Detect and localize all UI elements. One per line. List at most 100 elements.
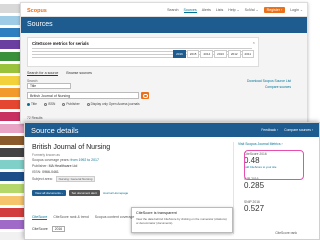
radio-label: Title bbox=[31, 102, 37, 106]
text-placeholder-line bbox=[32, 48, 252, 49]
radio-icon bbox=[27, 102, 30, 106]
tab-scopus-content-coverage[interactable]: Scopus content coverage bbox=[95, 215, 135, 220]
citescore-rank-label: CiteScore rank bbox=[275, 231, 297, 235]
issn-value: 0966-0461 bbox=[42, 170, 59, 174]
journal-title: British Journal of Nursing bbox=[32, 144, 111, 151]
nav-help[interactable]: Help ⌄ bbox=[228, 8, 239, 12]
source-details-title: Source details bbox=[31, 126, 79, 135]
subject-line: Subject area: Nursing: General Nursing bbox=[32, 176, 96, 182]
action-buttons: View all documents › Set document alert … bbox=[32, 190, 128, 196]
download-source-list-link[interactable]: Download Scopus Source List bbox=[247, 79, 291, 83]
former-name-label: Formerly known as bbox=[32, 153, 60, 157]
citescore-metrics-info-box: CiteScore metrics for serials × 2016 201… bbox=[27, 37, 259, 67]
logo-text: Scopus bbox=[27, 8, 47, 14]
metrics-side-panel: Visit Scopus Journal Metrics › CiteScore… bbox=[233, 142, 317, 234]
tab-citescore[interactable]: CiteScore bbox=[32, 215, 48, 220]
pencil-teal-icon bbox=[0, 160, 26, 169]
source-search-input[interactable]: British Journal of Nursing bbox=[27, 92, 139, 99]
tab-browse-sources[interactable]: Browse sources bbox=[66, 71, 92, 76]
radio-label: ISSN bbox=[47, 102, 56, 106]
login-menu[interactable]: Login ⌄ bbox=[290, 8, 303, 12]
pencil-yellowgreen-icon bbox=[0, 184, 26, 193]
pencil-navy-icon bbox=[0, 172, 26, 181]
tab-search-for-a-source[interactable]: Search for a source bbox=[27, 71, 59, 76]
radio-label: Publisher bbox=[66, 102, 80, 106]
citescore-highlight-box bbox=[244, 150, 304, 180]
nav-lists[interactable]: Lists bbox=[216, 8, 223, 12]
results-count: 72 Results bbox=[27, 116, 43, 120]
header-links: Feedback › Compare sources › bbox=[256, 128, 313, 132]
text-placeholder-line bbox=[32, 57, 182, 58]
feedback-link[interactable]: Feedback › bbox=[261, 128, 278, 132]
subject-area-badge[interactable]: Nursing: General Nursing bbox=[55, 176, 96, 182]
source-search-area: Search for a source Browse sources Searc… bbox=[27, 71, 297, 117]
publisher-value: MA Healthcare Ltd bbox=[48, 164, 78, 168]
year-option[interactable]: 2014 bbox=[200, 50, 214, 58]
nav-alerts[interactable]: Alerts bbox=[202, 8, 211, 12]
set-document-alert-button[interactable]: Set document alert bbox=[68, 190, 100, 196]
main-nav: Search Sources Alerts Lists Help ⌄ SciVa… bbox=[163, 7, 303, 13]
tooltip-text: View the data behind CiteScore by clicki… bbox=[136, 217, 227, 225]
search-tabs: Search for a source Browse sources bbox=[27, 71, 92, 76]
pencil-white-icon bbox=[0, 232, 26, 240]
year-option[interactable]: 2016 bbox=[173, 50, 186, 58]
radio-issn[interactable]: ISSN bbox=[43, 102, 56, 106]
tab-citescore-rank-trend[interactable]: CiteScore rank & trend bbox=[53, 215, 88, 220]
issn-label: ISSN: bbox=[32, 170, 42, 174]
register-button[interactable]: Register › bbox=[263, 7, 286, 13]
radio-title[interactable]: Title bbox=[27, 102, 37, 106]
year-option[interactable]: 2013 bbox=[214, 50, 227, 58]
subject-label: Subject area: bbox=[32, 177, 53, 181]
nav-search[interactable]: Search bbox=[167, 8, 178, 12]
search-type-select[interactable]: Title bbox=[27, 83, 71, 89]
checkbox-label: Display only Open Access journals bbox=[90, 102, 140, 106]
pencil-brown-icon bbox=[0, 136, 26, 145]
radio-icon bbox=[62, 102, 66, 106]
tooltip-title: CiteScore is transparent bbox=[136, 211, 177, 215]
pencil-crimson-icon bbox=[0, 208, 26, 217]
pencil-peach-icon bbox=[0, 196, 26, 205]
source-details-screenshot: Source details Feedback › Compare source… bbox=[24, 122, 320, 240]
compare-sources-link[interactable]: Compare sources bbox=[265, 85, 291, 89]
nav-sources[interactable]: Sources bbox=[183, 8, 197, 13]
journal-homepage-link[interactable]: Journal Homepage bbox=[103, 191, 128, 195]
pencil-black-icon bbox=[0, 148, 26, 157]
coverage-label: Scopus coverage years: bbox=[32, 158, 70, 162]
publisher-label: Publisher: bbox=[32, 164, 48, 168]
snip-value: 0.527 bbox=[244, 204, 265, 213]
nav-scival[interactable]: SciVal ⌄ bbox=[245, 8, 259, 12]
sources-banner: Sources bbox=[21, 17, 307, 33]
compare-sources-link[interactable]: Compare sources › bbox=[284, 128, 313, 132]
citescore-year-select[interactable]: 2016 bbox=[51, 226, 66, 232]
scopus-logo[interactable]: Scopus bbox=[25, 5, 47, 15]
coverage-value-link[interactable]: from 1992 to 2017 bbox=[71, 158, 99, 162]
journal-metrics-link[interactable]: Visit Scopus Journal Metrics › bbox=[238, 142, 283, 146]
view-all-documents-button[interactable]: View all documents › bbox=[32, 190, 66, 196]
checkbox-icon bbox=[86, 102, 90, 106]
issn-line: ISSN: 0966-0461 bbox=[32, 170, 59, 174]
citescore-row-label: CiteScore bbox=[32, 227, 48, 231]
pencil-pink-icon bbox=[0, 124, 26, 133]
year-option[interactable]: 2011 bbox=[241, 50, 254, 58]
sources-page-screenshot: Scopus Search Sources Alerts Lists Help … bbox=[20, 2, 308, 124]
checkbox-open-access[interactable]: Display only Open Access journals bbox=[86, 102, 140, 106]
radio-publisher[interactable]: Publisher bbox=[62, 102, 80, 106]
radio-icon bbox=[43, 102, 47, 106]
close-icon[interactable]: × bbox=[253, 40, 255, 45]
citescore-year-row: CiteScore 2016 bbox=[32, 226, 66, 232]
search-button[interactable] bbox=[141, 92, 149, 99]
citescore-tabs: CiteScore CiteScore rank & trend Scopus … bbox=[32, 215, 134, 220]
snip-metric: SNIP 2016 0.527 bbox=[244, 200, 306, 213]
metrics-box-title: CiteScore metrics for serials bbox=[32, 41, 89, 46]
publisher-line: Publisher: MA Healthcare Ltd bbox=[32, 164, 77, 168]
year-option[interactable]: 2012 bbox=[227, 50, 241, 58]
pencil-violet-icon bbox=[0, 220, 26, 229]
coverage-line: Scopus coverage years: from 1992 to 2017 bbox=[32, 158, 99, 162]
year-option[interactable]: 2015 bbox=[186, 50, 200, 58]
year-selector: 2016 2015 2014 2013 2012 2011 bbox=[173, 50, 254, 58]
page-title: Sources bbox=[27, 21, 53, 28]
citescore-tooltip: CiteScore is transparent View the data b… bbox=[131, 207, 233, 233]
top-navigation-bar: Scopus Search Sources Alerts Lists Help … bbox=[21, 3, 307, 17]
search-filter-radios: Title ISSN Publisher Display only Open A… bbox=[27, 102, 140, 106]
source-details-header: Source details Feedback › Compare source… bbox=[25, 123, 319, 137]
